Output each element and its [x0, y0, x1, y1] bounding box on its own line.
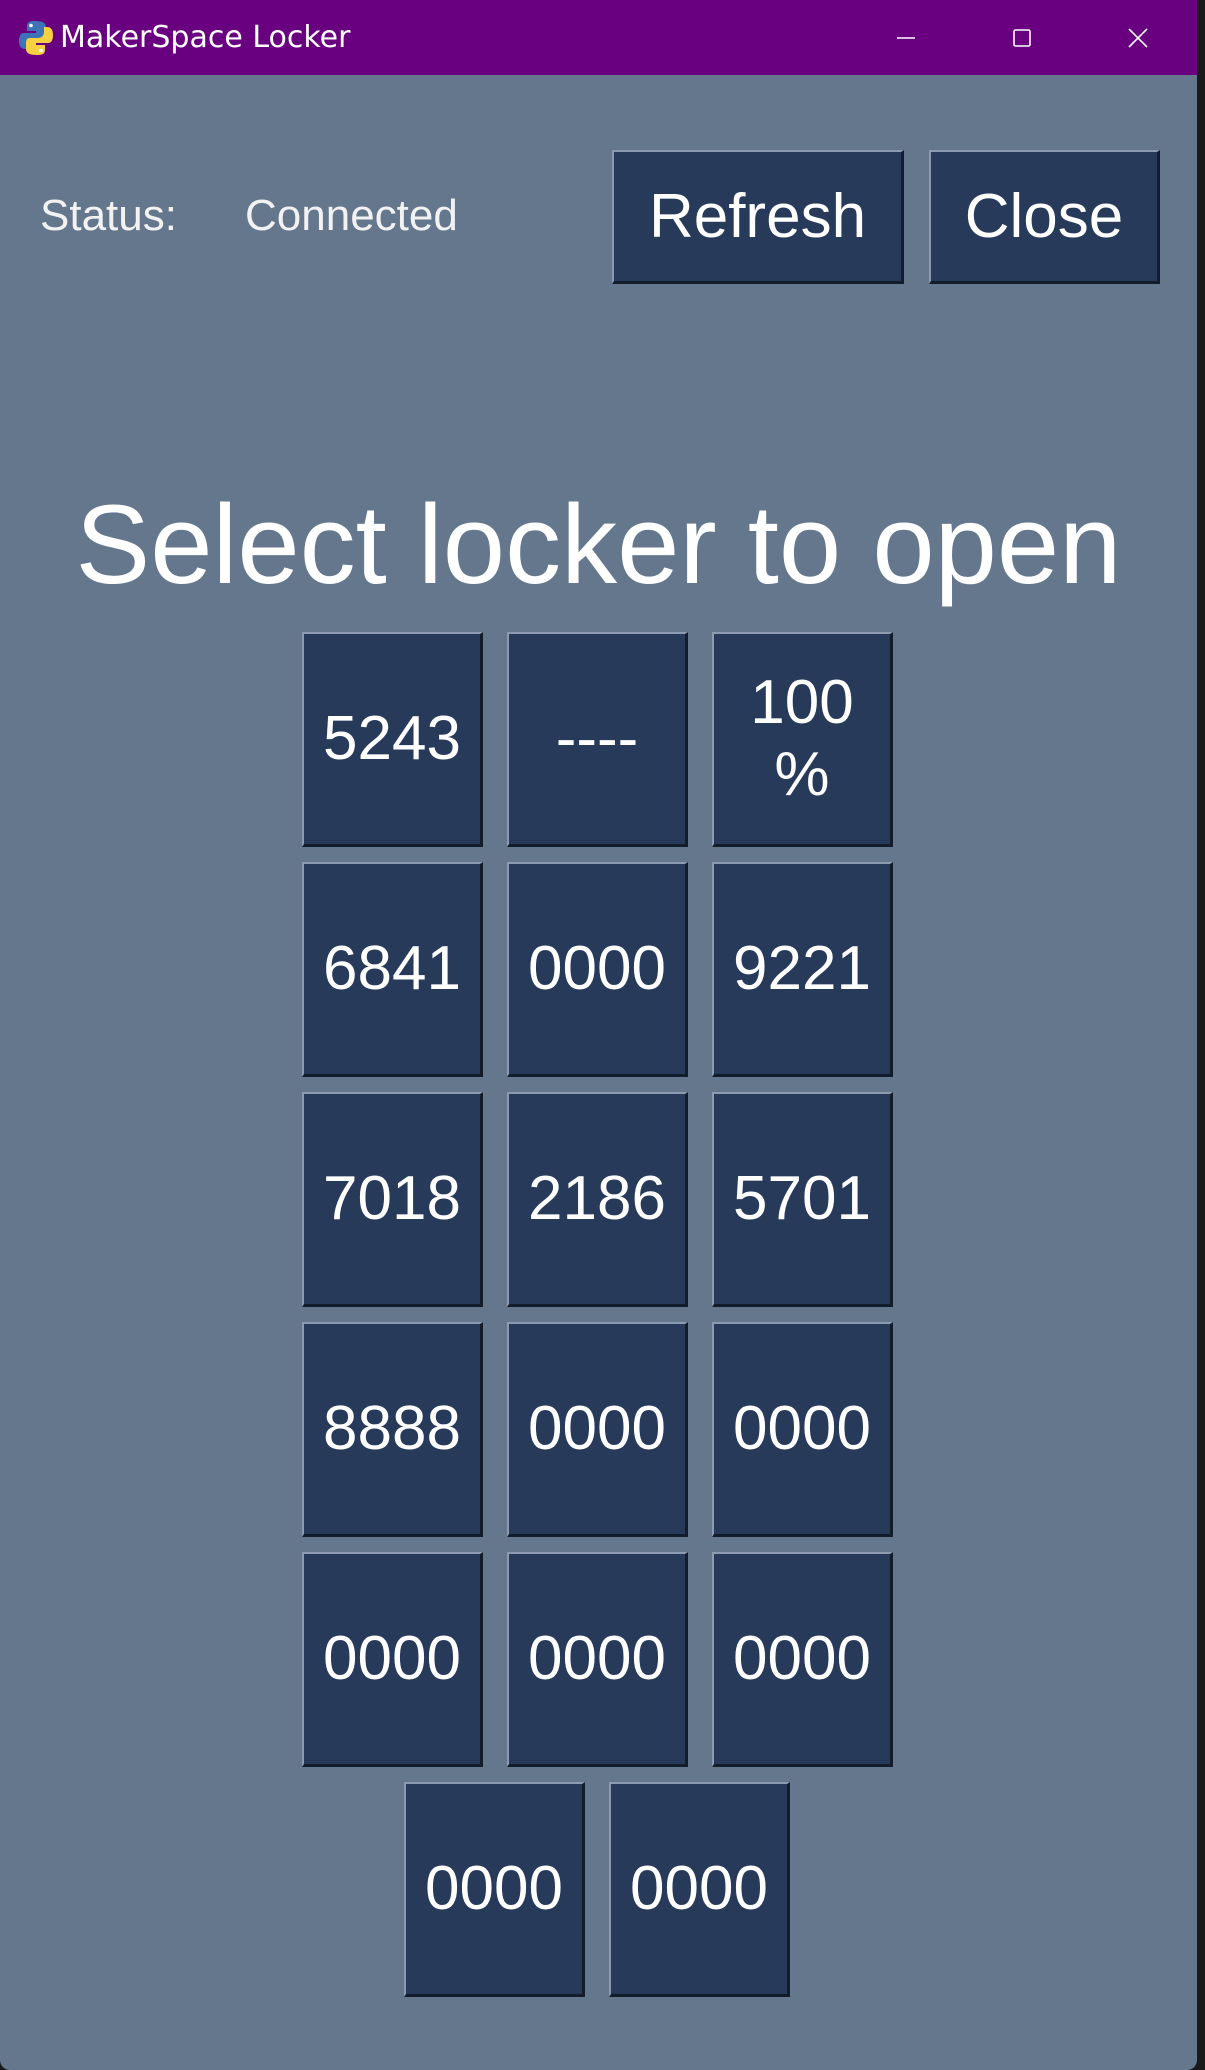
locker-label: 5243	[323, 704, 461, 773]
locker-button[interactable]: 0000	[507, 1552, 688, 1767]
locker-label: 5701	[733, 1164, 871, 1233]
locker-button[interactable]: 0000	[302, 1552, 483, 1767]
locker-button[interactable]: 0000	[404, 1782, 585, 1997]
locker-button[interactable]: 5701	[712, 1092, 893, 1307]
locker-label: 0000	[630, 1854, 768, 1923]
locker-label: 0000	[528, 934, 666, 1003]
locker-label: 6841	[323, 934, 461, 1003]
locker-label: 0000	[733, 1394, 871, 1463]
locker-label: 0000	[323, 1624, 461, 1693]
maximize-icon	[1011, 27, 1033, 49]
locker-button[interactable]: 0000	[507, 1322, 688, 1537]
refresh-button[interactable]: Refresh	[612, 150, 904, 284]
locker-button[interactable]: 7018	[302, 1092, 483, 1307]
locker-button[interactable]: 8888	[302, 1322, 483, 1537]
locker-button[interactable]: 5243	[302, 632, 483, 847]
locker-button[interactable]: 0000	[712, 1322, 893, 1537]
close-button[interactable]: Close	[929, 150, 1160, 284]
app-window: MakerSpace Locker Status: Connected Refr…	[0, 0, 1197, 2070]
locker-button[interactable]: 100 %	[712, 632, 893, 847]
title-bar[interactable]: MakerSpace Locker	[0, 0, 1197, 75]
locker-button[interactable]: 9221	[712, 862, 893, 1077]
locker-button[interactable]: 0000	[609, 1782, 790, 1997]
locker-button[interactable]: 2186	[507, 1092, 688, 1307]
locker-label: 0000	[528, 1624, 666, 1693]
locker-button[interactable]: 6841	[302, 862, 483, 1077]
locker-label: 0000	[733, 1624, 871, 1693]
locker-button[interactable]: 0000	[712, 1552, 893, 1767]
locker-button[interactable]: ----	[507, 632, 688, 847]
maximize-button[interactable]	[964, 0, 1080, 75]
locker-label: 0000	[528, 1394, 666, 1463]
locker-label: ----	[555, 704, 639, 773]
page-heading: Select locker to open	[75, 482, 1122, 607]
python-logo-icon	[16, 18, 56, 58]
minimize-icon	[895, 27, 917, 49]
status-label: Status:	[40, 191, 177, 240]
locker-label: 8888	[323, 1394, 461, 1463]
close-icon	[1127, 27, 1149, 49]
locker-button[interactable]: 0000	[507, 862, 688, 1077]
locker-label: 0000	[425, 1854, 563, 1923]
locker-label: 100 %	[750, 668, 854, 809]
minimize-button[interactable]	[848, 0, 964, 75]
locker-label: 7018	[323, 1164, 461, 1233]
window-title: MakerSpace Locker	[60, 20, 351, 55]
locker-label: 2186	[528, 1164, 666, 1233]
locker-label: 9221	[733, 934, 871, 1003]
status-value: Connected	[245, 191, 458, 240]
close-window-button[interactable]	[1080, 0, 1196, 75]
